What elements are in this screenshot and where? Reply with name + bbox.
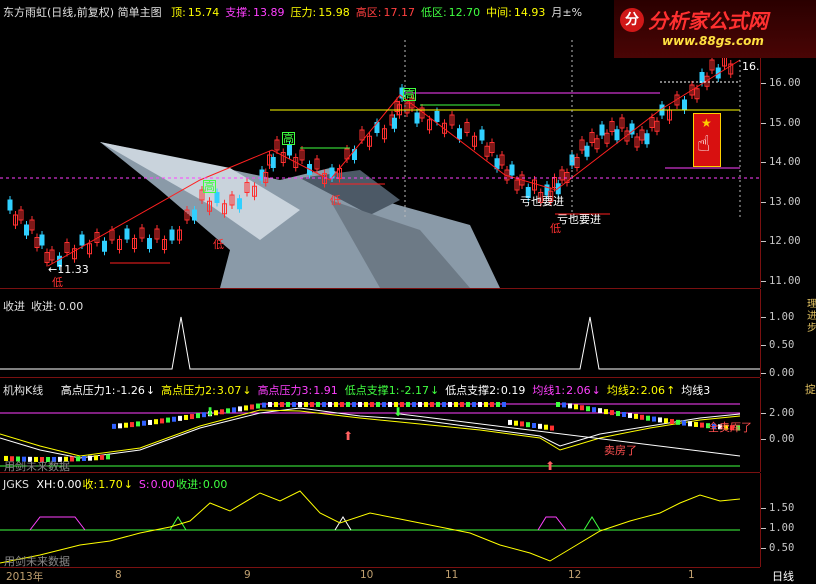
x-axis-label: 1 bbox=[688, 569, 695, 581]
site-logo[interactable]: 分 分析家公式网 www.88gs.com bbox=[614, 0, 816, 58]
x-axis-label: 12 bbox=[568, 569, 582, 581]
high-marker: 高 bbox=[403, 88, 416, 101]
logo-mark: 分 bbox=[620, 8, 644, 32]
bought-signal-label: 卖房了 bbox=[604, 444, 637, 457]
indicator-panel-institutional-k[interactable]: 机构K线 高点压力1:-1.26↓ 高点压力2:3.07↓ 高点压力3:1.91 低点… bbox=[0, 378, 760, 473]
axis-tick-label: 1.00 bbox=[760, 311, 795, 323]
axis-tick-label: 1.00 bbox=[760, 522, 795, 534]
axis-tick-label: 0.50 bbox=[760, 542, 795, 554]
x-axis-label: 11 bbox=[445, 569, 459, 581]
axis-tick-label: 1.50 bbox=[760, 502, 795, 514]
x-axis-label: 9 bbox=[244, 569, 251, 581]
axis-tick-label: 15.00 bbox=[761, 116, 801, 129]
axis-tick-label: 0.50 bbox=[760, 339, 795, 351]
svg-text:⬇: ⬇ bbox=[205, 405, 215, 419]
panel2-axis: 1.00 0.50 0.00 理进步 bbox=[760, 289, 816, 379]
axis-tick-label: 0.00 bbox=[760, 433, 795, 445]
panel3-axis: 2.00 0.00 掟 bbox=[760, 378, 816, 472]
panel2-plot bbox=[0, 316, 760, 370]
sold-signal-label: 全卖厍了 bbox=[708, 421, 752, 434]
indicator-panel-shoujin[interactable]: 收进 收进: 0.00 bbox=[0, 289, 760, 378]
buy-signal-label: 亏也要进 bbox=[520, 195, 564, 208]
axis-tick-label: 12.00 bbox=[761, 235, 801, 247]
low-marker: 低 bbox=[52, 276, 63, 289]
panel2-side-text: 理进步 bbox=[807, 299, 816, 334]
logo-name: 分析家公式网 bbox=[648, 9, 768, 33]
svg-text:⬆: ⬆ bbox=[343, 429, 353, 443]
panel3-side-text: 掟 bbox=[805, 383, 816, 396]
axis-tick-label: 14.00 bbox=[761, 156, 801, 168]
hand-cursor-icon: ☝ bbox=[697, 132, 711, 157]
low-marker: 低 bbox=[330, 194, 341, 207]
jet-image bbox=[100, 142, 500, 288]
x-axis-label: 10 bbox=[360, 569, 374, 581]
panel4-axis: 1.50 1.00 0.50 bbox=[760, 473, 816, 567]
logo-url: www.88gs.com bbox=[662, 34, 764, 48]
x-axis-label: 8 bbox=[115, 569, 122, 581]
svg-text:⬇: ⬇ bbox=[393, 405, 403, 419]
indicator-panel-jgks[interactable]: JGKS XH:0.00收:1.70↓ S:0.00收进:0.00 用剑未来数据 bbox=[0, 473, 760, 568]
x-axis: 2013年 8 9 10 11 12 1 日线 bbox=[0, 567, 816, 583]
axis-tick-label: 16.00 bbox=[761, 77, 801, 89]
low-marker: 低 bbox=[213, 238, 224, 251]
buy-signal-label: 亏也要进 bbox=[557, 213, 601, 226]
high-marker: 高 bbox=[203, 180, 216, 193]
svg-text:⬆: ⬆ bbox=[545, 459, 555, 472]
last-price-label: 16. bbox=[742, 60, 760, 73]
axis-tick-label: 2.00 bbox=[760, 407, 795, 419]
axis-tick-label: 13.00 bbox=[761, 195, 801, 208]
panel3-plot: ⬇ ⬇ ⬆ ⬆ bbox=[0, 402, 741, 472]
panel4-plot bbox=[0, 490, 741, 564]
axis-tick-label: 11.00 bbox=[761, 274, 801, 287]
high-marker: 高 bbox=[282, 132, 295, 145]
panel3-watermark: 用剑未来数据 bbox=[4, 460, 70, 473]
